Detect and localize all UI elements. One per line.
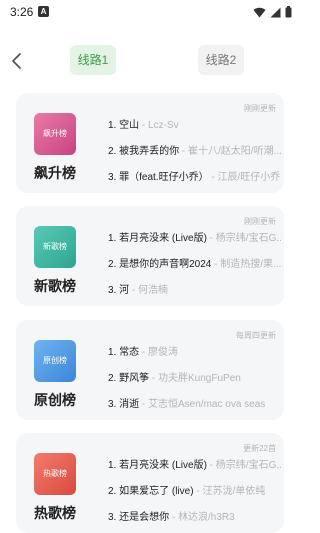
song-item: 1. 常态 - 廖俊涛 <box>108 346 282 372</box>
top-bar: 线路1 线路2 <box>0 40 300 80</box>
song-item: 2. 如果爱忘了 (live) - 汪苏泷/单依纯 <box>108 485 282 511</box>
song-artist: - 崔十八/赵太阳/听潮... <box>179 146 282 157</box>
song-artist: - 功夫胖KungFuPen <box>149 373 241 384</box>
song-item: 2. 被我弄丢的你 - 崔十八/赵太阳/听潮... <box>108 145 282 171</box>
song-item: 1. 若月亮没来 (Live版) - 杨宗纬/宝石G... <box>108 459 282 485</box>
song-title: 2. 野风筝 <box>108 373 150 384</box>
song-item: 3. 消逝 - 艾志恒Asen/mac ova seas <box>108 398 282 424</box>
tab-line-1[interactable]: 线路1 <box>70 45 116 75</box>
chart-name: 原创榜 <box>34 392 76 408</box>
status-icons <box>253 5 292 19</box>
update-time: 刚刚更新 <box>244 217 276 226</box>
song-item: 1. 空山 - Lcz-Sv <box>108 119 282 145</box>
song-item: 2. 野风筝 - 功夫胖KungFuPen <box>108 372 282 398</box>
chart-cover: 原创榜 <box>34 340 76 382</box>
song-list: 1. 若月亮没来 (Live版) - 杨宗纬/宝石G... 2. 是想你的声音啊… <box>108 232 282 310</box>
song-artist: - 杨宗纬/宝石G... <box>206 460 282 471</box>
back-arrow-icon <box>12 53 21 69</box>
song-title: 1. 若月亮没来 (Live版) <box>108 460 207 471</box>
song-title: 2. 是想你的声音啊2024 <box>108 259 212 270</box>
update-time: 刚刚更新 <box>244 104 276 113</box>
song-item: 2. 是想你的声音啊2024 - 制造热搜/果... <box>108 258 282 284</box>
update-time: 更新22首 <box>243 444 276 453</box>
chart-card-hot-songs[interactable]: 热歌榜 热歌榜 更新22首 1. 若月亮没来 (Live版) - 杨宗纬/宝石G… <box>16 433 284 533</box>
chart-name: 飙升榜 <box>34 165 76 181</box>
back-button[interactable] <box>6 50 28 72</box>
song-item: 1. 若月亮没来 (Live版) - 杨宗纬/宝石G... <box>108 232 282 258</box>
chart-name: 热歌榜 <box>34 505 76 521</box>
cell-signal-icon <box>270 7 281 17</box>
song-artist: - 杨宗纬/宝石G... <box>206 233 282 244</box>
wifi-icon <box>253 7 266 17</box>
song-list: 1. 若月亮没来 (Live版) - 杨宗纬/宝石G... 2. 如果爱忘了 (… <box>108 459 282 533</box>
song-artist: - 何浩楠 <box>129 285 169 296</box>
notification-icon: A <box>38 6 49 17</box>
update-time: 每周四更新 <box>236 331 276 340</box>
chart-card-soaring[interactable]: 飙升榜 飙升榜 刚刚更新 1. 空山 - Lcz-Sv 2. 被我弄丢的你 - … <box>16 93 284 193</box>
chart-card-new-songs[interactable]: 新歌榜 新歌榜 刚刚更新 1. 若月亮没来 (Live版) - 杨宗纬/宝石G.… <box>16 206 284 306</box>
song-title: 3. 还是会想你 <box>108 512 170 523</box>
status-bar: 3:26 A <box>0 0 300 24</box>
song-artist: - 艾志恒Asen/mac ova seas <box>139 399 266 410</box>
song-item: 3. 还是会想你 - 林达浪/h3R3 <box>108 511 282 533</box>
song-artist: - 制造热搜/果... <box>211 259 282 270</box>
song-item: 3. 河 - 何浩楠 <box>108 284 282 310</box>
song-artist: - 廖俊涛 <box>139 347 179 358</box>
battery-icon <box>285 6 292 18</box>
song-list: 1. 常态 - 廖俊涛 2. 野风筝 - 功夫胖KungFuPen 3. 消逝 … <box>108 346 282 424</box>
chart-cover: 热歌榜 <box>34 453 76 495</box>
song-title: 3. 消逝 <box>108 399 140 410</box>
song-title: 2. 如果爱忘了 (live) <box>108 486 194 497</box>
song-title: 1. 若月亮没来 (Live版) <box>108 233 207 244</box>
song-artist: - Lcz-Sv <box>139 120 179 131</box>
song-list: 1. 空山 - Lcz-Sv 2. 被我弄丢的你 - 崔十八/赵太阳/听潮...… <box>108 119 282 197</box>
song-title: 2. 被我弄丢的你 <box>108 146 180 157</box>
song-title: 1. 空山 <box>108 120 140 131</box>
chart-cover: 新歌榜 <box>34 226 76 268</box>
tab-line-2[interactable]: 线路2 <box>198 45 244 75</box>
song-item: 3. 罪（feat.旺仔小乔） - 江辰/旺仔小乔 <box>108 171 282 197</box>
song-artist: - 汪苏泷/单依纯 <box>193 486 266 497</box>
song-title: 1. 常态 <box>108 347 140 358</box>
song-title: 3. 罪（feat.旺仔小乔） <box>108 172 209 183</box>
chart-name: 新歌榜 <box>34 278 76 294</box>
chart-cover: 飙升榜 <box>34 113 76 155</box>
song-artist: - 江辰/旺仔小乔 <box>208 172 281 183</box>
song-title: 3. 河 <box>108 285 130 296</box>
song-artist: - 林达浪/h3R3 <box>169 512 235 523</box>
chart-card-original[interactable]: 原创榜 原创榜 每周四更新 1. 常态 - 廖俊涛 2. 野风筝 - 功夫胖Ku… <box>16 320 284 420</box>
status-time: 3:26 <box>10 5 34 19</box>
